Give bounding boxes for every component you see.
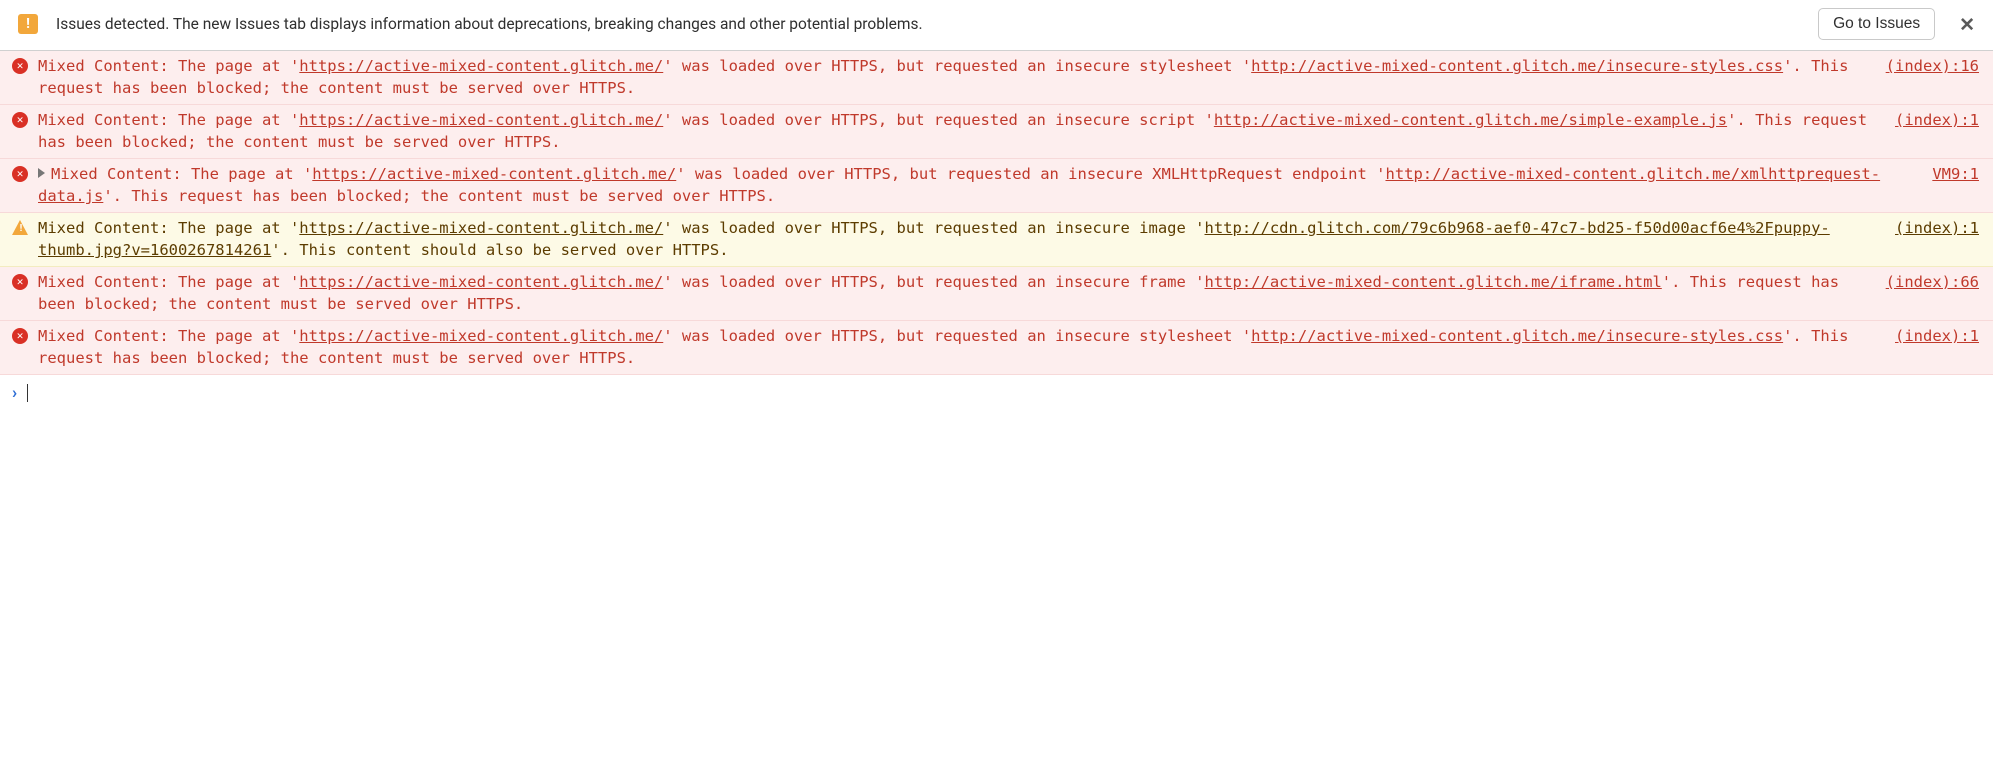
error-icon: ✕ <box>12 112 28 128</box>
console-prompt[interactable]: › <box>0 375 1993 411</box>
console-entry-message: Mixed Content: The page at 'https://acti… <box>38 217 1895 262</box>
message-text: ' was loaded over HTTPS, but requested a… <box>676 165 1152 183</box>
issues-alert-icon: ! <box>18 14 38 34</box>
message-text: Mixed Content: The page at ' <box>38 57 299 75</box>
page-url-link[interactable]: https://active-mixed-content.glitch.me/ <box>299 111 663 129</box>
source-link[interactable]: (index):1 <box>1895 217 1979 239</box>
message-text: ' was loaded over HTTPS, but requested a… <box>663 111 1139 129</box>
message-text: Mixed Content: The page at ' <box>51 165 312 183</box>
resource-url-link[interactable]: http://active-mixed-content.glitch.me/si… <box>1214 111 1727 129</box>
close-issues-bar-button[interactable]: ✕ <box>1953 13 1981 36</box>
message-text: ' was loaded over HTTPS, but requested a… <box>663 219 1139 237</box>
source-link[interactable]: (index):66 <box>1886 271 1979 293</box>
console-entry-message: Mixed Content: The page at 'https://acti… <box>38 109 1895 154</box>
resource-url-link[interactable]: http://active-mixed-content.glitch.me/in… <box>1251 327 1783 345</box>
resource-kind: stylesheet <box>1139 327 1232 345</box>
console-log-area: ✕Mixed Content: The page at 'https://act… <box>0 51 1993 375</box>
console-entry: ✕ Mixed Content: The page at 'https://act… <box>0 321 1993 375</box>
console-entry-message: Mixed Content: The page at 'https://acti… <box>38 325 1895 370</box>
message-text: Mixed Content: The page at ' <box>38 273 299 291</box>
message-text: ' was loaded over HTTPS, but requested a… <box>663 327 1139 345</box>
console-entry: ✕ Mixed Content: The page at 'https://act… <box>0 267 1993 321</box>
resource-kind: script <box>1139 111 1195 129</box>
warning-icon <box>12 220 28 235</box>
resource-kind: stylesheet <box>1139 57 1232 75</box>
issues-bar-text: Issues detected. The new Issues tab disp… <box>56 15 1800 33</box>
message-text: '. This content should also be served ov… <box>271 241 728 259</box>
message-text: Mixed Content: The page at ' <box>38 327 299 345</box>
console-entry: Mixed Content: The page at 'https://acti… <box>0 213 1993 267</box>
error-icon: ✕ <box>12 274 28 290</box>
source-link[interactable]: (index):1 <box>1895 325 1979 347</box>
resource-kind: image <box>1139 219 1186 237</box>
console-entry: ✕ Mixed Content: The page at 'https://act… <box>0 105 1993 159</box>
message-text: ' was loaded over HTTPS, but requested a… <box>663 57 1139 75</box>
message-text: Mixed Content: The page at ' <box>38 111 299 129</box>
expand-toggle-icon[interactable] <box>38 168 45 178</box>
error-icon: ✕ <box>12 166 28 182</box>
page-url-link[interactable]: https://active-mixed-content.glitch.me/ <box>299 57 663 75</box>
error-icon: ✕ <box>12 58 28 74</box>
go-to-issues-button[interactable]: Go to Issues <box>1818 8 1935 40</box>
console-entry: ✕ Mixed Content: The page at 'https://act… <box>0 51 1993 105</box>
console-entry-message: Mixed Content: The page at 'https://acti… <box>38 163 1932 208</box>
page-url-link[interactable]: https://active-mixed-content.glitch.me/ <box>299 273 663 291</box>
message-text: '. This request has been blocked; the co… <box>103 187 775 205</box>
issues-bar: ! Issues detected. The new Issues tab di… <box>0 0 1993 51</box>
source-link[interactable]: (index):1 <box>1895 109 1979 131</box>
console-entry: ✕ Mixed Content: The page at 'https://act… <box>0 159 1993 213</box>
resource-kind: XMLHttpRequest endpoint <box>1152 165 1367 183</box>
resource-kind: frame <box>1139 273 1186 291</box>
message-text: ' was loaded over HTTPS, but requested a… <box>663 273 1139 291</box>
source-link[interactable]: (index):16 <box>1886 55 1979 77</box>
message-text: Mixed Content: The page at ' <box>38 219 299 237</box>
page-url-link[interactable]: https://active-mixed-content.glitch.me/ <box>312 165 676 183</box>
source-link[interactable]: VM9:1 <box>1932 163 1979 185</box>
resource-url-link[interactable]: http://active-mixed-content.glitch.me/if… <box>1205 273 1662 291</box>
page-url-link[interactable]: https://active-mixed-content.glitch.me/ <box>299 327 663 345</box>
page-url-link[interactable]: https://active-mixed-content.glitch.me/ <box>299 219 663 237</box>
console-entry-message: Mixed Content: The page at 'https://acti… <box>38 271 1886 316</box>
resource-url-link[interactable]: http://active-mixed-content.glitch.me/in… <box>1251 57 1783 75</box>
console-entry-message: Mixed Content: The page at 'https://acti… <box>38 55 1886 100</box>
chevron-right-icon: › <box>12 383 17 403</box>
console-input-caret <box>27 384 28 402</box>
error-icon: ✕ <box>12 328 28 344</box>
